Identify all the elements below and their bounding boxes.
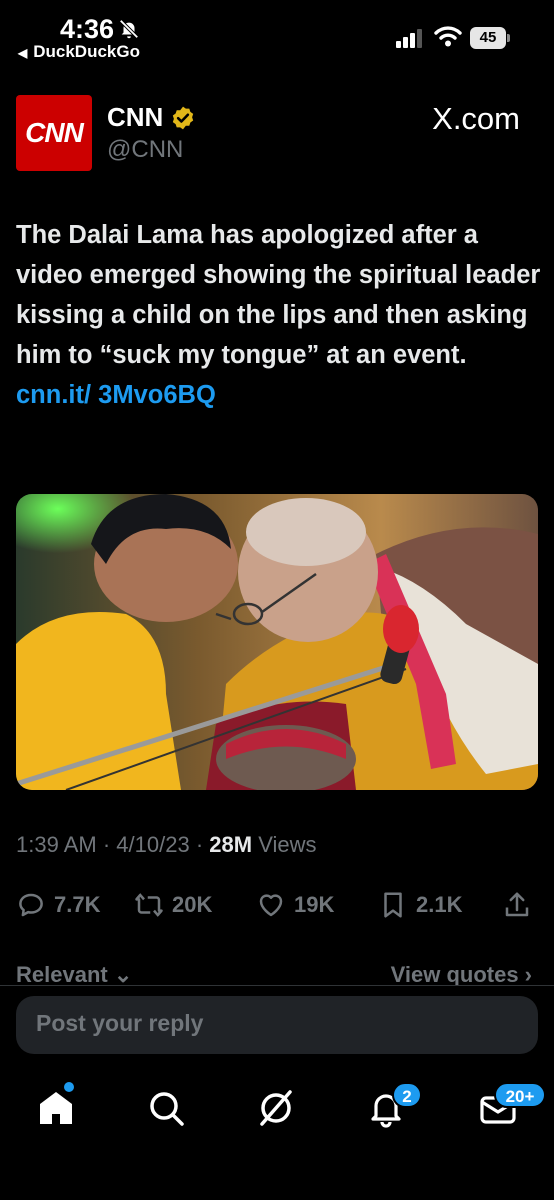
- battery-cap: [507, 34, 510, 42]
- notifications-badge: 2: [392, 1082, 422, 1108]
- search-icon: [150, 1092, 184, 1126]
- back-triangle-icon: ◀: [18, 46, 28, 60]
- bell-off-icon: [119, 19, 139, 39]
- view-quotes-link[interactable]: View quotes ›: [391, 962, 532, 986]
- avatar-logo-text: CNN: [25, 117, 84, 148]
- tweet-meta: 1:39 AM · 4/10/23 · 28M Views: [16, 832, 317, 858]
- views-count: 28M: [209, 832, 253, 857]
- reply-input[interactable]: Post your reply: [16, 996, 538, 1054]
- repost-icon: [135, 893, 163, 917]
- back-to-app-link[interactable]: ◀ DuckDuckGo: [18, 42, 140, 62]
- battery-indicator: 45: [470, 27, 510, 49]
- bookmark-count: 2.1K: [416, 892, 463, 917]
- photo-illustration: [16, 494, 538, 790]
- home-unread-dot: [64, 1082, 74, 1092]
- nav-search[interactable]: [144, 1086, 188, 1130]
- tweet-body: The Dalai Lama has apologized after a vi…: [16, 221, 541, 369]
- like-count: 19K: [294, 892, 335, 917]
- tweet-photo[interactable]: [16, 494, 538, 790]
- bookmark-icon: [384, 892, 402, 918]
- tweet-actions-bar: 7.7K 20K 19K 2.1K: [16, 885, 538, 925]
- author-display-name[interactable]: CNN: [107, 102, 163, 133]
- like-button[interactable]: 19K: [256, 885, 334, 925]
- author-handle[interactable]: @CNN: [107, 136, 183, 164]
- nav-grok[interactable]: [254, 1086, 298, 1130]
- nav-home[interactable]: [34, 1086, 78, 1130]
- reply-button[interactable]: 7.7K: [16, 885, 100, 925]
- views-label: Views: [258, 832, 317, 857]
- reply-count: 7.7K: [54, 892, 101, 917]
- share-icon: [505, 892, 529, 917]
- battery-level: 45: [470, 27, 506, 49]
- repost-button[interactable]: 20K: [134, 885, 212, 925]
- verified-badge-icon[interactable]: [170, 105, 196, 131]
- back-app-label: DuckDuckGo: [33, 42, 140, 61]
- wifi-icon: [434, 26, 462, 47]
- tweet-text: The Dalai Lama has apologized after a vi…: [16, 215, 541, 415]
- messages-badge: 20+: [494, 1082, 546, 1108]
- bookmark-button[interactable]: 2.1K: [378, 885, 462, 925]
- share-button[interactable]: [502, 885, 532, 925]
- tweet-time[interactable]: 1:39 AM: [16, 832, 97, 857]
- tweet-date[interactable]: 4/10/23: [116, 832, 189, 857]
- cellular-signal-icon: [396, 29, 422, 48]
- sort-replies-button[interactable]: Relevant ⌄: [16, 962, 132, 986]
- reply-icon: [19, 893, 43, 917]
- meta-separator: ·: [195, 832, 210, 857]
- tweet-link[interactable]: cnn.it/ 3Mvo6BQ: [16, 381, 216, 409]
- heart-icon: [259, 894, 283, 917]
- home-icon: [40, 1092, 72, 1124]
- status-bar: 4:36 ◀ DuckDuckGo 45: [0, 0, 554, 70]
- replies-header: Relevant ⌄ View quotes ›: [0, 958, 554, 986]
- status-time: 4:36: [60, 14, 115, 44]
- avatar[interactable]: CNN: [16, 95, 92, 171]
- repost-count: 20K: [172, 892, 213, 917]
- source-label: X.com: [432, 101, 520, 136]
- grok-icon: [260, 1090, 292, 1126]
- meta-separator: ·: [102, 832, 117, 857]
